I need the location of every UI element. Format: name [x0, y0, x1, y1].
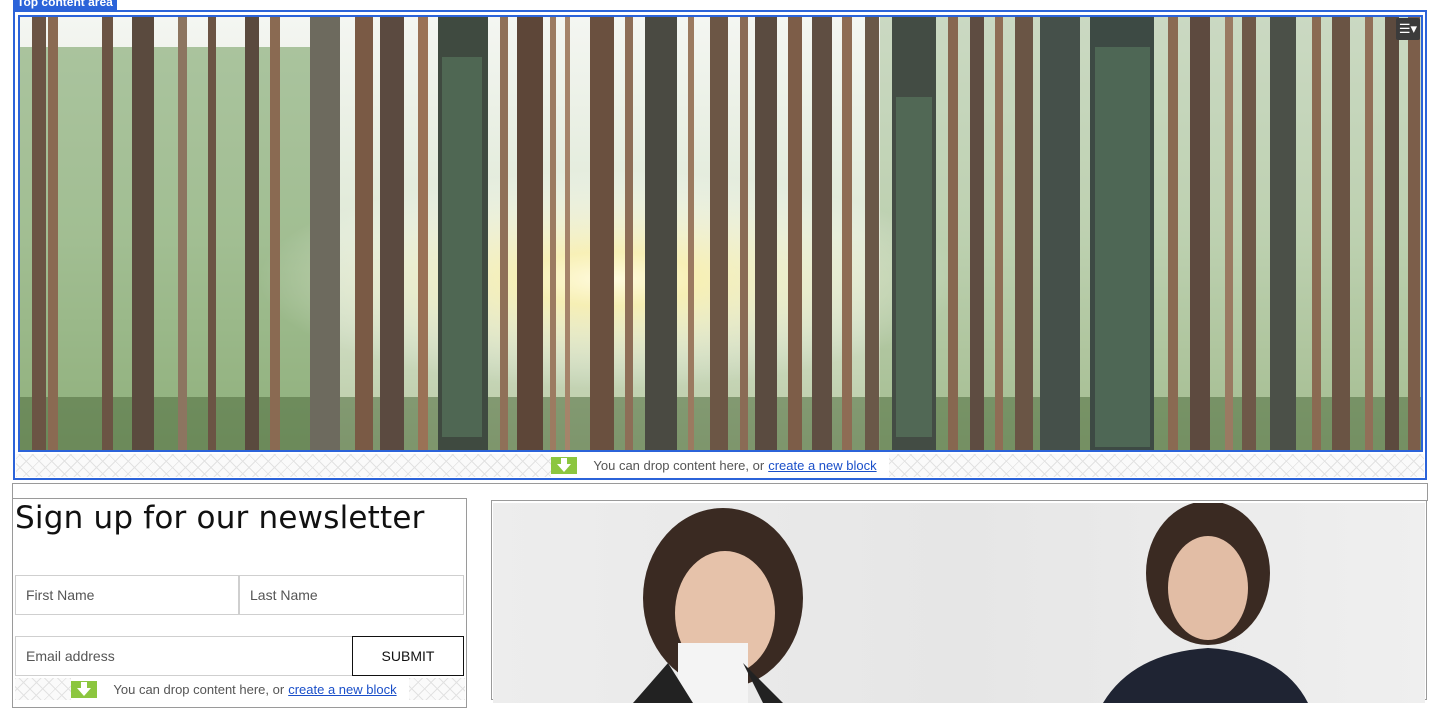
top-content-area-label: Top content area: [13, 0, 117, 10]
top-drop-zone[interactable]: You can drop content here, or create a n…: [16, 454, 1424, 477]
fashion-models-icon: [633, 503, 1308, 703]
fashion-image[interactable]: [493, 503, 1425, 703]
block-menu-button[interactable]: ☰▾: [1396, 18, 1420, 40]
create-block-link[interactable]: create a new block: [768, 458, 876, 473]
email-field[interactable]: Email address: [15, 636, 353, 676]
download-arrow-icon: [551, 457, 578, 474]
first-name-field[interactable]: First Name: [15, 575, 239, 615]
hero-image[interactable]: [18, 15, 1423, 452]
menu-icon: ☰▾: [1398, 21, 1418, 36]
download-arrow-icon: [71, 680, 98, 698]
newsletter-title: Sign up for our newsletter: [15, 500, 425, 536]
drop-zone-text: You can drop content here, or: [593, 458, 765, 473]
last-name-field[interactable]: Last Name: [239, 575, 464, 615]
forest-photo-icon: [20, 17, 1421, 450]
drop-zone-text: You can drop content here, or: [113, 681, 285, 697]
submit-button[interactable]: SUBMIT: [352, 636, 464, 676]
create-block-link[interactable]: create a new block: [288, 682, 396, 697]
